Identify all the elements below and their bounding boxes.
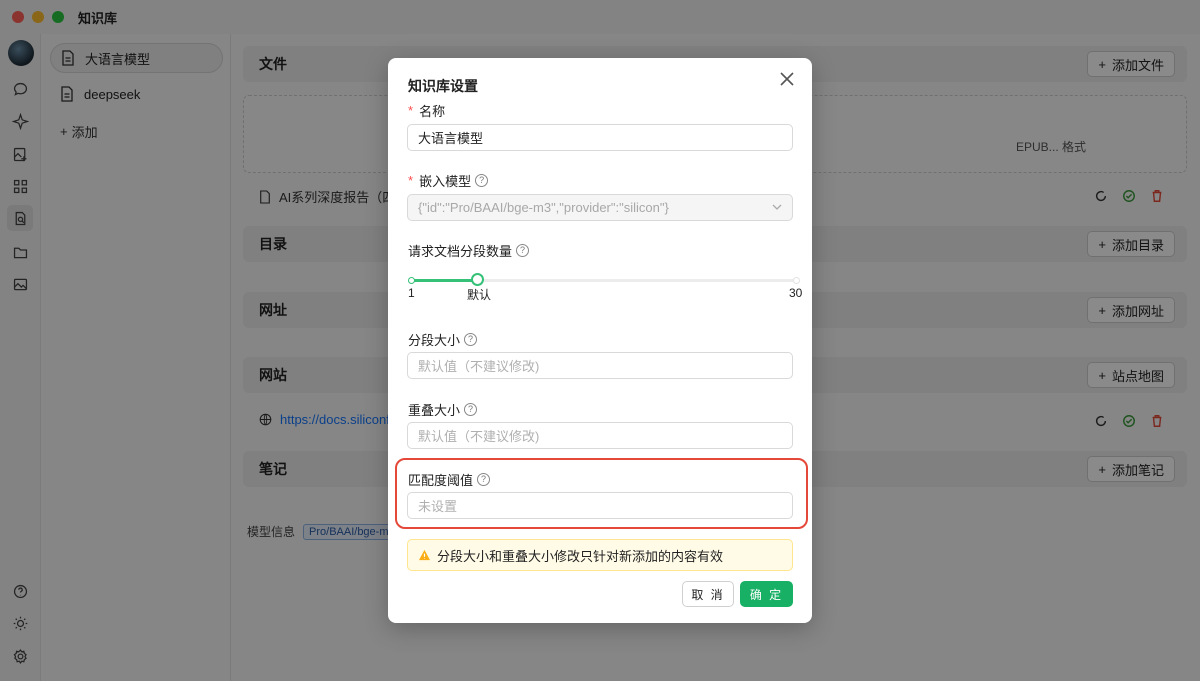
warning-icon [418, 549, 431, 561]
warning-alert: 分段大小和重叠大小修改只针对新添加的内容有效 [407, 539, 793, 571]
embed-model-label: * 嵌入模型? [408, 171, 489, 190]
question-icon[interactable]: ? [516, 244, 530, 257]
slider-min-label: 1 [408, 286, 415, 300]
embed-model-select: {"id":"Pro/BAAI/bge-m3","provider":"sili… [407, 194, 793, 221]
slider-min-dot [408, 277, 415, 284]
required-mark: * [408, 103, 414, 118]
chunk-size-input[interactable]: 默认值（不建议修改) [407, 352, 793, 379]
close-icon[interactable] [780, 72, 796, 88]
threshold-input[interactable]: 未设置 [407, 492, 793, 519]
cancel-button[interactable]: 取 消 [682, 581, 734, 607]
chunk-overlap-label: 重叠大小? [408, 400, 478, 419]
name-label: * 名称 [408, 103, 446, 119]
dialog-title: 知识库设置 [408, 78, 478, 94]
question-icon[interactable]: ? [475, 174, 489, 187]
slider-handle[interactable] [471, 273, 484, 286]
question-icon[interactable]: ? [477, 473, 491, 486]
slider-fill [411, 279, 477, 282]
chevron-down-icon [772, 204, 782, 210]
ok-button[interactable]: 确 定 [740, 581, 793, 607]
required-mark: * [408, 173, 414, 188]
doc-count-slider[interactable] [408, 273, 800, 286]
chunk-overlap-input[interactable]: 默认值（不建议修改) [407, 422, 793, 449]
question-icon[interactable]: ? [464, 403, 478, 416]
name-input[interactable]: 大语言模型 [407, 124, 793, 151]
doc-count-label: 请求文档分段数量? [408, 241, 530, 260]
chunk-size-label: 分段大小? [408, 330, 478, 349]
slider-default-label: 默认 [467, 288, 492, 302]
kb-settings-dialog: 知识库设置 * 名称 大语言模型 * 嵌入模型? {"id":"Pro/BAAI/b… [388, 58, 812, 623]
threshold-label: 匹配度阈值? [408, 470, 491, 489]
slider-max-dot [793, 277, 800, 284]
slider-max-label: 30 [789, 286, 803, 300]
question-icon[interactable]: ? [464, 333, 478, 346]
